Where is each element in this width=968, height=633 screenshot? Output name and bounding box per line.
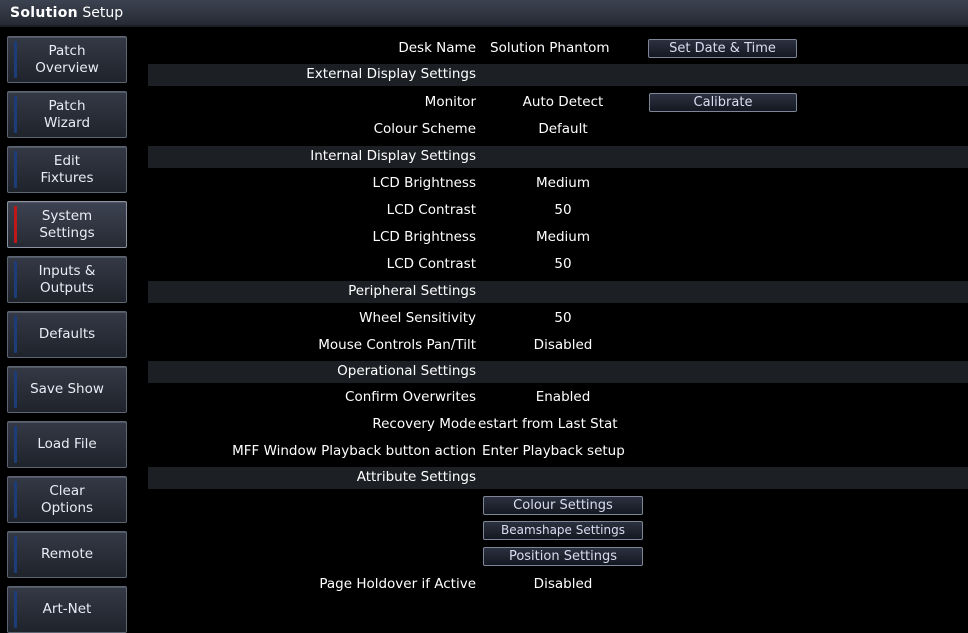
- attribute-header: Attribute Settings: [356, 469, 476, 485]
- mouse-pan-tilt-value[interactable]: Disabled: [482, 337, 644, 353]
- sidebar-item-label: Edit Fixtures: [40, 152, 94, 186]
- section-band: [148, 467, 968, 489]
- active-indicator-bar: [14, 206, 17, 243]
- recovery-mode-label: Recovery Mode: [372, 416, 476, 432]
- sidebar-item-edit-fixtures[interactable]: Edit Fixtures: [7, 146, 127, 193]
- sidebar-item-label: Patch Overview: [35, 42, 99, 76]
- indicator-bar: [14, 316, 17, 353]
- indicator-bar: [14, 371, 17, 408]
- desk-name-value[interactable]: Solution Phantom: [490, 40, 638, 56]
- page-holdover-label: Page Holdover if Active: [319, 576, 476, 592]
- sidebar-item-system-settings[interactable]: System Settings: [7, 201, 127, 248]
- mouse-pan-tilt-label: Mouse Controls Pan/Tilt: [318, 337, 476, 353]
- recovery-mode-value[interactable]: estart from Last Stat: [478, 416, 658, 432]
- window-title: Solution Setup: [10, 5, 123, 21]
- sidebar-item-label: Clear Options: [40, 482, 94, 516]
- title-bar: Solution Setup: [0, 0, 968, 27]
- colour-scheme-value[interactable]: Default: [482, 121, 644, 137]
- section-band: [148, 361, 968, 383]
- lcd-contrast-value[interactable]: 50: [482, 202, 644, 218]
- indicator-bar: [14, 426, 17, 463]
- section-band: [148, 64, 968, 86]
- sidebar-item-label: System Settings: [39, 207, 95, 241]
- sidebar-item-patch-wizard[interactable]: Patch Wizard: [7, 91, 127, 138]
- monitor-label: Monitor: [424, 94, 476, 110]
- sidebar-item-label: Load File: [37, 436, 97, 452]
- section-band: [148, 146, 968, 168]
- mff-playback-label: MFF Window Playback button action: [232, 443, 476, 459]
- lcd-brightness-value[interactable]: Medium: [482, 175, 644, 191]
- position-settings-button[interactable]: Position Settings: [483, 547, 643, 566]
- confirm-overwrites-value[interactable]: Enabled: [482, 389, 644, 405]
- set-date-time-button[interactable]: Set Date & Time: [648, 39, 797, 58]
- lcd-contrast-value[interactable]: 50: [482, 256, 644, 272]
- section-band: [148, 281, 968, 303]
- sidebar-item-patch-overview[interactable]: Patch Overview: [7, 36, 127, 83]
- title-brand: Solution: [10, 5, 78, 21]
- mff-playback-value[interactable]: Enter Playback setup: [482, 443, 682, 459]
- title-rest: Setup: [77, 5, 124, 21]
- sidebar-item-defaults[interactable]: Defaults: [7, 311, 127, 358]
- indicator-bar: [14, 41, 17, 78]
- sidebar-item-label: Remote: [40, 546, 94, 562]
- external-display-header: External Display Settings: [306, 66, 476, 82]
- lcd-brightness-label: LCD Brightness: [372, 175, 476, 191]
- indicator-bar: [14, 151, 17, 188]
- peripheral-header: Peripheral Settings: [348, 283, 476, 299]
- internal-display-header: Internal Display Settings: [310, 148, 476, 164]
- operational-header: Operational Settings: [337, 363, 476, 379]
- calibrate-button[interactable]: Calibrate: [649, 93, 797, 112]
- lcd-contrast-label: LCD Contrast: [386, 202, 476, 218]
- colour-settings-button[interactable]: Colour Settings: [483, 496, 643, 515]
- sidebar-item-label: Defaults: [38, 326, 96, 342]
- sidebar-item-label: Inputs & Outputs: [38, 262, 96, 296]
- sidebar-item-label: Save Show: [30, 381, 104, 397]
- sidebar-item-label: Patch Wizard: [43, 97, 91, 131]
- indicator-bar: [14, 536, 17, 573]
- sidebar-item-remote[interactable]: Remote: [7, 531, 127, 578]
- indicator-bar: [14, 261, 17, 298]
- lcd-contrast-label: LCD Contrast: [386, 256, 476, 272]
- confirm-overwrites-label: Confirm Overwrites: [345, 389, 476, 405]
- page-holdover-value[interactable]: Disabled: [482, 576, 644, 592]
- lcd-brightness-label: LCD Brightness: [372, 229, 476, 245]
- wheel-sensitivity-value[interactable]: 50: [482, 310, 644, 326]
- sidebar-item-inputs-outputs[interactable]: Inputs & Outputs: [7, 256, 127, 303]
- beamshape-settings-button[interactable]: Beamshape Settings: [483, 521, 643, 540]
- colour-scheme-label: Colour Scheme: [373, 121, 476, 137]
- indicator-bar: [14, 481, 17, 518]
- sidebar-item-clear-options[interactable]: Clear Options: [7, 476, 127, 523]
- desk-name-label: Desk Name: [398, 40, 476, 56]
- lcd-brightness-value[interactable]: Medium: [482, 229, 644, 245]
- wheel-sensitivity-label: Wheel Sensitivity: [359, 310, 476, 326]
- sidebar-item-load-file[interactable]: Load File: [7, 421, 127, 468]
- indicator-bar: [14, 96, 17, 133]
- sidebar-item-save-show[interactable]: Save Show: [7, 366, 127, 413]
- monitor-value[interactable]: Auto Detect: [482, 94, 644, 110]
- sidebar: Patch Overview Patch Wizard Edit Fixture…: [0, 27, 138, 633]
